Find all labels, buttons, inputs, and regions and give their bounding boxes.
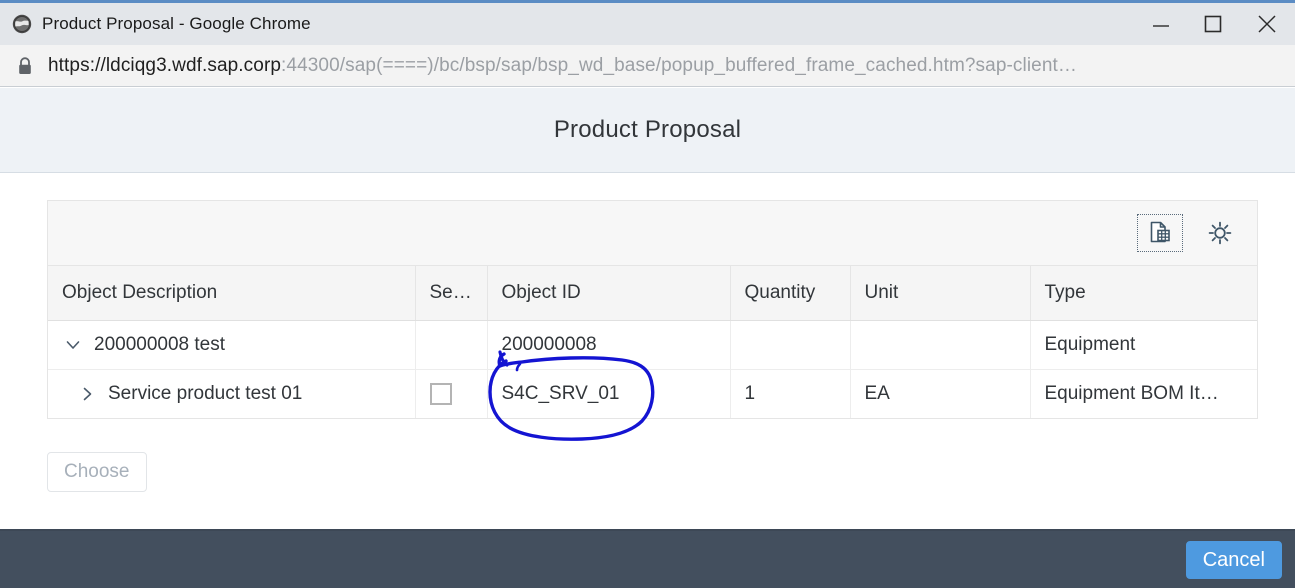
cell-object-description: 200000008 test — [48, 320, 416, 370]
browser-titlebar: Product Proposal - Google Chrome — [0, 0, 1295, 45]
row-description-text: 200000008 test — [94, 333, 226, 355]
cell-selected — [415, 369, 488, 418]
cell-unit: EA — [850, 369, 1031, 418]
cell-quantity — [730, 320, 851, 370]
cell-type: Equipment — [1030, 320, 1257, 370]
url-prefix: https:// — [48, 54, 106, 76]
product-table: Object Description Se… Object ID Quantit… — [48, 266, 1257, 418]
browser-window: Product Proposal - Google Chrome https:/… — [0, 0, 1295, 588]
maximize-icon[interactable] — [1187, 3, 1239, 45]
product-table-container: Object Description Se… Object ID Quantit… — [47, 200, 1258, 419]
cell-type: Equipment BOM It… — [1030, 369, 1257, 418]
url-host: ldciqg3.wdf.sap.corp — [105, 54, 282, 76]
gear-icon[interactable] — [1197, 214, 1243, 252]
column-header-selected[interactable]: Se… — [415, 266, 488, 321]
dialog-footer: Cancel — [0, 529, 1295, 588]
page-header-band: Product Proposal — [0, 88, 1295, 173]
url-path: :44300/sap(====)/bc/bsp/sap/bsp_wd_base/… — [281, 54, 1077, 76]
table-header-row: Object Description Se… Object ID Quantit… — [48, 266, 1257, 321]
cancel-button[interactable]: Cancel — [1185, 541, 1282, 579]
minimize-icon[interactable] — [1135, 3, 1187, 45]
column-header-object-id[interactable]: Object ID — [487, 266, 731, 321]
row-select-checkbox[interactable] — [429, 382, 452, 405]
table-toolbar — [48, 201, 1257, 266]
cell-object-id: S4C_SRV_01 — [487, 369, 731, 418]
chevron-right-icon[interactable] — [76, 386, 98, 402]
column-header-type[interactable]: Type — [1030, 266, 1257, 321]
column-header-quantity[interactable]: Quantity — [730, 266, 851, 321]
globe-icon — [10, 12, 34, 36]
choose-button[interactable]: Choose — [47, 452, 147, 492]
spreadsheet-export-icon[interactable] — [1137, 214, 1183, 252]
table-row[interactable]: Service product test 01 S4C_SRV_01 1 EA … — [48, 369, 1257, 418]
column-header-object-description[interactable]: Object Description — [48, 266, 416, 321]
cell-selected — [415, 320, 488, 370]
cell-unit — [850, 320, 1031, 370]
tree-node-child: Service product test 01 — [62, 383, 401, 405]
cell-object-id: 200000008 — [487, 320, 731, 370]
dialog-content: Object Description Se… Object ID Quantit… — [0, 174, 1295, 529]
address-bar[interactable]: https://ldciqg3.wdf.sap.corp:44300/sap(=… — [0, 45, 1295, 87]
cell-quantity: 1 — [730, 369, 851, 418]
window-controls — [1135, 3, 1295, 45]
close-icon[interactable] — [1239, 3, 1295, 45]
chevron-down-icon[interactable] — [62, 337, 84, 353]
window-title: Product Proposal - Google Chrome — [42, 14, 311, 33]
cell-object-description: Service product test 01 — [48, 369, 416, 418]
table-row[interactable]: 200000008 test 200000008 Equipment — [48, 320, 1257, 370]
row-description-text: Service product test 01 — [108, 382, 303, 404]
padlock-icon — [16, 56, 34, 76]
tree-node-root: 200000008 test — [62, 334, 401, 356]
page-title: Product Proposal — [553, 116, 742, 143]
url-text: https://ldciqg3.wdf.sap.corp:44300/sap(=… — [48, 55, 1077, 77]
column-header-unit[interactable]: Unit — [850, 266, 1031, 321]
